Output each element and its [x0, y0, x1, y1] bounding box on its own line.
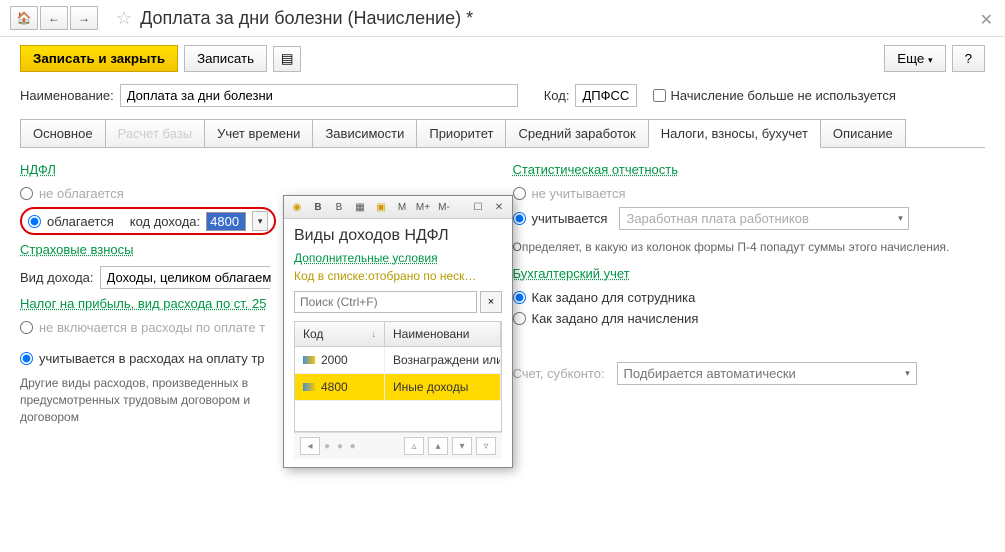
name-input[interactable]	[120, 84, 518, 107]
stats-not-counted-label: не учитывается	[532, 186, 626, 201]
popup-logo-icon: ◉	[288, 198, 306, 216]
close-icon[interactable]: ✕	[980, 10, 993, 30]
popup-nav-prev[interactable]: ◂	[300, 437, 320, 455]
tab-desc[interactable]: Описание	[820, 119, 906, 147]
table-row[interactable]: 2000 Вознаграждени или иных обяз	[295, 347, 501, 374]
stats-desc: Определяет, в какую из колонок формы П-4…	[513, 239, 986, 256]
popup-sub2: Код в списке:отобрано по неск…	[294, 269, 502, 283]
stats-value-select[interactable]: ▾	[619, 207, 909, 230]
stats-counted-radio[interactable]	[513, 212, 526, 225]
code-label: Код:	[544, 88, 570, 103]
popup-btn-m[interactable]: M	[393, 198, 411, 216]
ndfl-taxed-label: облагается	[47, 214, 114, 229]
insurance-type-select[interactable]	[100, 266, 270, 289]
ndfl-taxed-radio[interactable]	[28, 215, 41, 228]
highlight-oval: облагается код дохода: ▾	[20, 207, 276, 235]
popup-calc-icon[interactable]: ▦	[351, 198, 369, 216]
popup-th-name[interactable]: Наименовани	[385, 322, 501, 346]
stats-counted-label: учитывается	[532, 211, 608, 226]
tab-base[interactable]: Расчет базы	[105, 119, 206, 147]
acc-employee-label: Как задано для сотрудника	[532, 290, 696, 305]
chevron-down-icon[interactable]: ▾	[892, 213, 908, 224]
ndfl-code-dropdown[interactable]: ▾	[252, 211, 268, 231]
popup-btn-mminus[interactable]: M-	[435, 198, 453, 216]
home-button[interactable]: 🏠	[10, 6, 38, 30]
row-icon	[303, 383, 315, 391]
popup-search-input[interactable]	[294, 291, 477, 313]
favorite-icon[interactable]: ☆	[116, 8, 132, 29]
tab-main[interactable]: Основное	[20, 119, 106, 147]
popup-cal-icon[interactable]: ▣	[372, 198, 390, 216]
income-types-popup: ◉ В В ▦ ▣ M M+ M- ☐ ✕ Виды доходов НДФЛ …	[283, 195, 513, 468]
table-row[interactable]: 4800 Иные доходы	[295, 374, 501, 401]
tab-priority[interactable]: Приоритет	[416, 119, 506, 147]
tabs: Основное Расчет базы Учет времени Зависи…	[20, 119, 985, 148]
code-input[interactable]	[575, 84, 637, 107]
back-button[interactable]: ←	[40, 6, 68, 30]
acc-accrual-label: Как задано для начисления	[532, 311, 699, 326]
chevron-down-icon: ▾	[900, 368, 916, 379]
ndfl-not-taxed-label: не облагается	[39, 186, 124, 201]
popup-nav-last[interactable]: ▿	[476, 437, 496, 455]
stats-not-counted-radio[interactable]	[513, 187, 526, 200]
popup-nav-down[interactable]: ▾	[452, 437, 472, 455]
acc-accrual-radio[interactable]	[513, 312, 526, 325]
acc-employee-radio[interactable]	[513, 291, 526, 304]
popup-search-clear[interactable]: ×	[480, 291, 502, 313]
profit-included-radio[interactable]	[20, 352, 33, 365]
list-icon-button[interactable]: ▤	[273, 46, 301, 72]
not-used-checkbox-wrap[interactable]: Начисление больше не используется	[653, 88, 895, 103]
popup-title: Виды доходов НДФЛ	[294, 227, 502, 245]
insurance-type-label: Вид дохода:	[20, 270, 94, 285]
profit-not-included-label: не включается в расходы по оплате т	[39, 320, 265, 335]
popup-th-code[interactable]: Код↓	[295, 322, 385, 346]
name-label: Наименование:	[20, 88, 114, 103]
tab-avg[interactable]: Средний заработок	[505, 119, 648, 147]
forward-button[interactable]: →	[70, 6, 98, 30]
ndfl-code-input[interactable]	[206, 212, 246, 231]
accounting-header: Бухгалтерский учет	[513, 266, 986, 281]
popup-max-icon[interactable]: ☐	[469, 198, 487, 216]
save-close-button[interactable]: Записать и закрыть	[20, 45, 178, 72]
row-icon	[303, 356, 315, 364]
popup-table: Код↓ Наименовани 2000 Вознаграждени или …	[294, 321, 502, 432]
not-used-checkbox[interactable]	[653, 89, 666, 102]
popup-dots: ● ● ●	[324, 441, 400, 452]
more-button[interactable]: Еще ▾	[884, 45, 945, 72]
ndfl-header: НДФЛ	[20, 162, 493, 177]
ndfl-code-label: код дохода:	[130, 214, 200, 229]
popup-btn-mplus[interactable]: M+	[414, 198, 432, 216]
help-button[interactable]: ?	[952, 45, 985, 72]
ndfl-not-taxed-radio[interactable]	[20, 187, 33, 200]
popup-btn-b1[interactable]: В	[309, 198, 327, 216]
popup-btn-b2[interactable]: В	[330, 198, 348, 216]
save-button[interactable]: Записать	[184, 45, 267, 72]
popup-sub1[interactable]: Дополнительные условия	[294, 251, 502, 265]
popup-close-icon[interactable]: ✕	[490, 198, 508, 216]
popup-nav-up[interactable]: ▴	[428, 437, 448, 455]
stats-header: Статистическая отчетность	[513, 162, 986, 177]
tab-taxes[interactable]: Налоги, взносы, бухучет	[648, 119, 821, 148]
account-select: ▾	[617, 362, 917, 385]
account-label: Счет, субконто:	[513, 366, 605, 381]
profit-not-included-radio[interactable]	[20, 321, 33, 334]
profit-included-label: учитывается в расходах на оплату тр	[39, 351, 265, 366]
not-used-label: Начисление больше не используется	[670, 88, 895, 103]
tab-deps[interactable]: Зависимости	[312, 119, 417, 147]
popup-nav-first[interactable]: ▵	[404, 437, 424, 455]
tab-time[interactable]: Учет времени	[204, 119, 313, 147]
page-title: Доплата за дни болезни (Начисление) *	[140, 8, 473, 29]
